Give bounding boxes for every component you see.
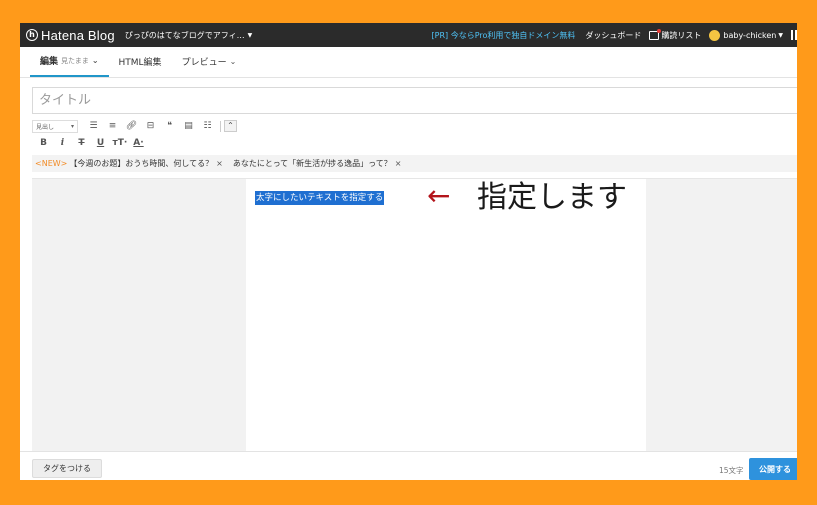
tab-html-label: HTML編集 [118,58,162,68]
heading-select-value: 見出し [36,123,55,131]
logo-text: Hatena Blog [41,27,115,43]
reader-list-icon [649,28,662,40]
text-color-icon[interactable]: A· [132,137,146,149]
underline-icon[interactable]: U [94,137,108,149]
chevron-down-icon: ⌄ [91,56,99,65]
bold-icon[interactable]: B [37,137,51,149]
font-size-icon[interactable]: тT· [113,137,128,149]
title-input[interactable] [32,87,797,114]
new-badge: <NEW> [35,159,68,168]
tab-preview[interactable]: プレビュー ⌄ [172,46,247,77]
chevron-down-icon: ▾ [70,122,74,130]
reader-list-link[interactable]: 購読リスト [649,28,702,41]
blog-switcher[interactable]: ぴっぴのはてなブログでアフィ… ▼ [125,30,252,41]
link-icon[interactable]: 🔗︎ [125,120,139,132]
ordered-list-icon[interactable]: ≡ [106,120,120,132]
unordered-list-icon[interactable]: ☰ [87,120,101,132]
global-header: h Hatena Blog ぴっぴのはてなブログでアフィ… ▼ [PR] 今なら… [20,23,797,47]
editor-footer: タグをつける 15文字 公開する [20,451,797,480]
more-icon[interactable]: ☷ [201,120,215,132]
char-count: 15文字 [719,466,744,475]
user-menu[interactable]: baby-chicken ▼ [709,29,783,41]
hatena-logo-icon: h [26,29,38,41]
theme-link-1[interactable]: 【今週のお題】おうち時間、何してる？ [69,158,213,169]
hatena-logo[interactable]: h Hatena Blog [26,28,115,43]
tab-html-edit[interactable]: HTML編集 [109,46,172,77]
tab-preview-label: プレビュー [181,58,227,68]
format-toolbar: B i T U тT· A· [34,136,148,150]
editor-area: 太字にしたいテキストを指定する ← 指定します [32,178,797,452]
avatar [709,29,721,41]
tab-edit[interactable]: 編集 見たまま ⌄ [30,46,109,77]
dashboard-link[interactable]: ダッシュボード [585,30,641,41]
embed-icon[interactable]: ⊟ [144,120,158,132]
heading-select[interactable]: 見出し ▾ [32,119,78,133]
tab-edit-label: 編集 [40,57,59,67]
editor-toolbar: 見出し ▾ ☰ ≡ 🔗︎ ⊟ ❝ ▤ ☷ ⌃ [32,119,237,133]
chevron-down-icon: ▼ [778,31,783,39]
weekly-theme-bar: <NEW> 【今週のお題】おうち時間、何してる？ × あなたにとって「新生活が捗… [32,155,797,172]
reader-list-label: 購読リスト [661,30,702,40]
pro-promo-link[interactable]: [PR] 今ならPro利用で独自ドメイン無料 [432,30,576,41]
add-tag-button[interactable]: タグをつける [32,459,102,478]
selected-text[interactable]: 太字にしたいテキストを指定する [255,191,385,205]
theme-link-2[interactable]: あなたにとって「新生活が捗る逸品」って？ [233,158,392,169]
header-right: [PR] 今ならPro利用で独自ドメイン無料 ダッシュボード 購読リスト bab… [432,23,797,47]
close-icon[interactable]: × [395,159,402,168]
tab-edit-mode: 見たまま [61,56,89,65]
annotation-text: 指定します [477,180,627,215]
chevron-down-icon: ⌄ [229,57,237,66]
chevron-down-icon: ▼ [247,31,253,39]
table-icon[interactable]: ▤ [182,120,196,132]
apps-grid-icon[interactable] [791,30,797,40]
editor-window: h Hatena Blog ぴっぴのはてなブログでアフィ… ▼ [PR] 今なら… [20,23,797,480]
editor-body[interactable]: 太字にしたいテキストを指定する [246,179,646,452]
toolbar-divider [220,120,221,132]
italic-icon[interactable]: i [56,137,70,149]
strikethrough-icon[interactable]: T [75,137,89,149]
username: baby-chicken [723,30,777,40]
close-icon[interactable]: × [216,159,223,168]
publish-button[interactable]: 公開する [749,458,797,480]
collapse-toolbar-button[interactable]: ⌃ [224,120,237,132]
blog-name: ぴっぴのはてなブログでアフィ… [124,30,245,40]
editor-mode-tabs: 編集 見たまま ⌄ HTML編集 プレビュー ⌄ [20,47,797,78]
quote-icon[interactable]: ❝ [163,120,177,132]
annotation-arrow-icon: ← [427,179,451,212]
